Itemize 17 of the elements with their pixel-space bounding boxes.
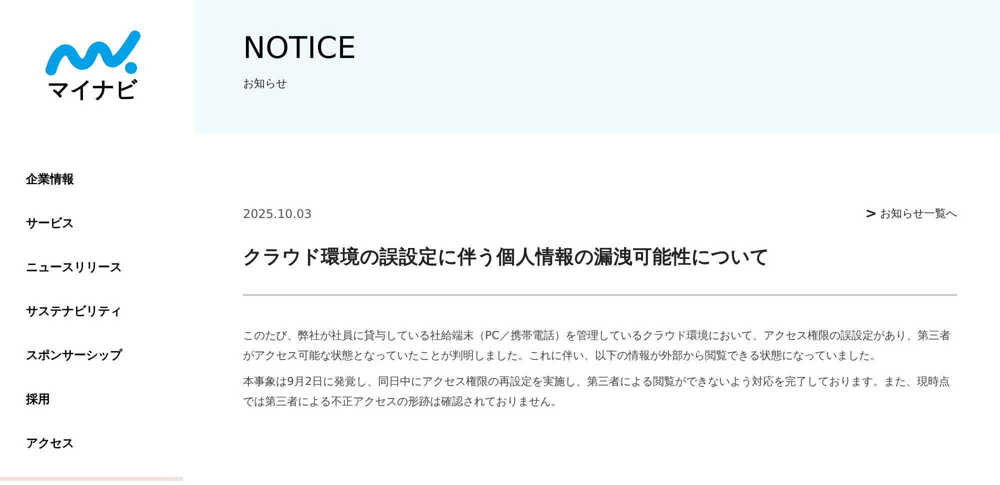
sidebar-item[interactable]: スポンサーシップ (26, 345, 122, 390)
body-paragraph: このたび、弊社が社員に貸与している社給端末（PC／携帯電話）を管理しているクラウド環境において、アクセス権限の誤設定があり、第三者がアクセス可能な状態となっていたことが判明しました。これに伴い、以下の情報が外部から閲覧できる状態になっていました。 (243, 328, 952, 364)
sidebar-item[interactable]: サービス (26, 213, 74, 258)
article-title: クラウド環境の誤設定に伴う個人情報の漏洩可能性について (243, 245, 770, 270)
logo-wave-icon (42, 30, 142, 78)
sidebar-item[interactable]: 採用 (26, 389, 50, 434)
page-subtitle: お知らせ (243, 76, 288, 92)
notice-list-link[interactable]: > お知らせ一覧へ (865, 206, 957, 222)
chevron-icon: > (865, 207, 877, 221)
page-title: NOTICE (243, 34, 358, 64)
sidebar-item[interactable]: ニュースリリース (26, 257, 122, 302)
sidebar-item[interactable]: 企業情報 (26, 169, 74, 214)
post-date: 2025.10.03 (243, 206, 312, 223)
body-paragraph: 本事象は9月2日に発覚し、同日中にアクセス権限の再設定を実施し、第三者による閲覧ができないよう対応を完了しております。また、現時点では第三者による不正アクセスの形跡は確認されておりません。 (243, 374, 951, 410)
sidebar-item[interactable]: サステナビリティ (26, 301, 122, 346)
logo-text: マイナビ (48, 80, 138, 102)
sidebar-item[interactable]: アクセス (26, 433, 74, 478)
